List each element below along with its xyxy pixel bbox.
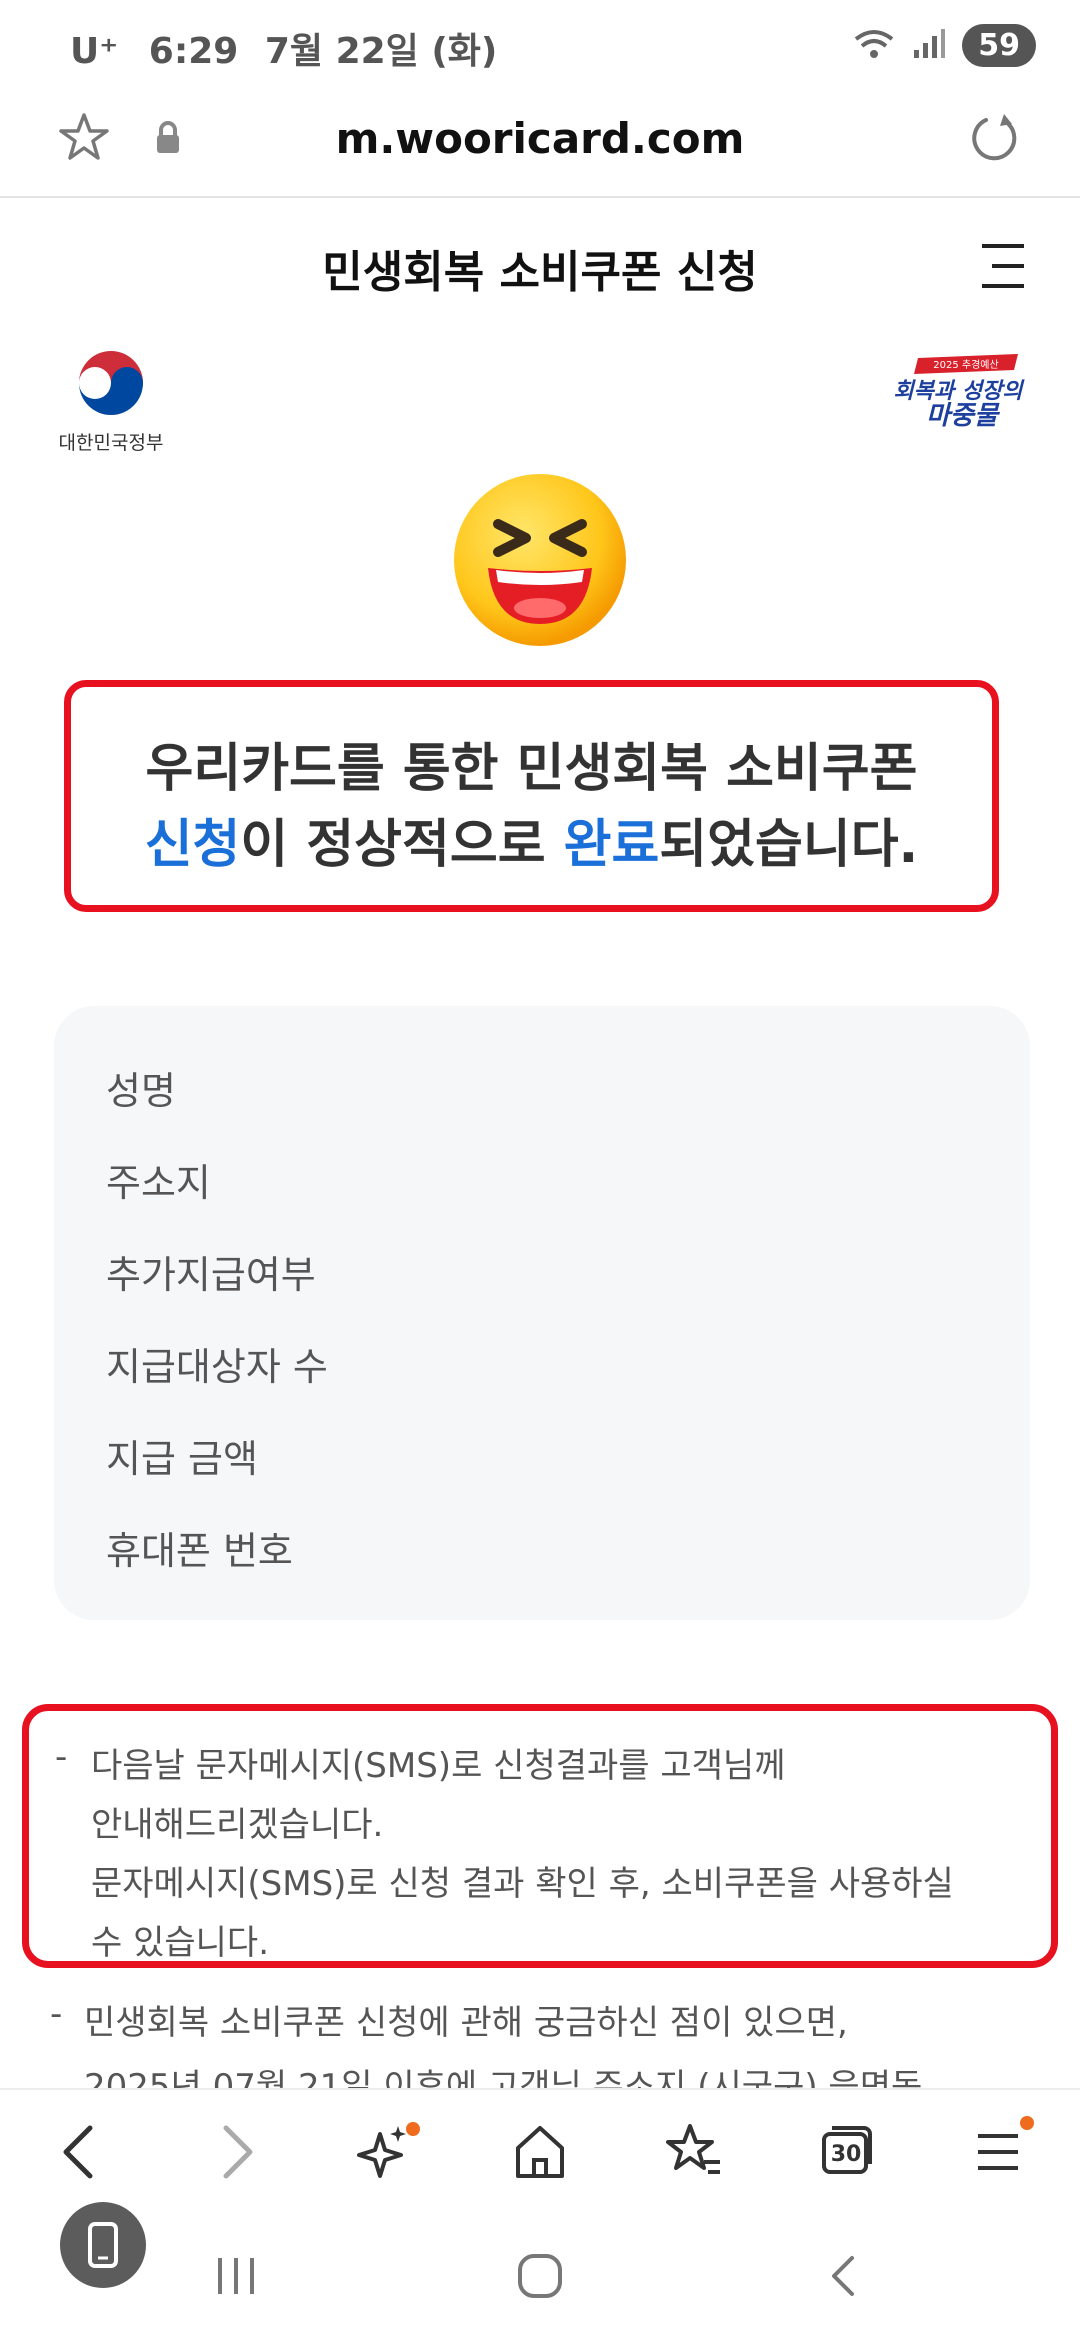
signal-icon [912,28,946,64]
tabs-count: 30 [830,2142,862,2167]
forward-icon[interactable] [206,2120,262,2188]
gov-label: 대한민국정부 [58,432,164,454]
notice2-cut-wrapper: 2025년 07월 21일 이후에 고객님 주소지 (시군구) 읍면동 [0,2058,1080,2088]
wifi-icon [852,27,896,65]
system-nav-bar [0,2214,1080,2340]
highlight-complete: 완료 [563,815,660,875]
status-time: 6:29 [148,31,239,72]
info-name-label: 성명 [106,1069,176,1113]
status-right: 59 [852,24,1036,67]
ai-sparkle-icon[interactable] [356,2120,420,2188]
menu-icon[interactable] [970,2116,1034,2188]
floating-device-button[interactable] [60,2202,146,2288]
korean-government-logo: 대한민국정부 [52,348,170,455]
status-date: 7월 22일 (화) [264,31,498,72]
recent-apps-icon[interactable] [214,2254,260,2302]
completion-line-2: 신청이 정상적으로 완료되었습니다. [71,807,992,883]
recovery-slogan-logo: 2025 추경예산 회복과 성장의 마중물 [888,352,1028,436]
notice-line-3: 문자메시지(SMS)로 신청 결과 확인 후, 소비쿠폰을 사용하실 [91,1864,954,1904]
sms-notice-text: 다음날 문자메시지(SMS)로 신청결과를 고객님께 안내해드리겠습니다. 문자… [91,1737,1051,1973]
svg-text:2025 추경예산: 2025 추경예산 [933,358,998,371]
battery-indicator: 59 [962,24,1036,67]
info-extra-payment-label: 추가지급여부 [106,1253,316,1297]
completion-message-box: 우리카드를 통한 민생회복 소비쿠폰 신청이 정상적으로 완료되었습니다. [64,680,999,912]
status-left: U⁺ 6:29 7월 22일 (화) [70,22,497,74]
reload-icon[interactable] [966,110,1022,170]
info-recipient-count-label: 지급대상자 수 [106,1345,328,1389]
notice-line-2: 안내해드리겠습니다. [91,1805,384,1845]
tabs-icon[interactable]: 30 [818,2120,878,2188]
browser-bottom-nav: 30 [0,2088,1080,2216]
notice-line-1: 다음날 문자메시지(SMS)로 신청결과를 고객님께 [91,1746,786,1786]
hamburger-menu-icon[interactable] [978,240,1028,296]
system-home-icon[interactable] [516,2252,564,2304]
page-title: 민생회복 소비쿠폰 신청 [322,247,758,298]
applicant-info-card: 성명 주소지 추가지급여부 지급대상자 수 지급 금액 휴대폰 번호 [54,1006,1030,1620]
url-text[interactable]: m.wooricard.com [0,114,1080,163]
url-bar[interactable]: m.wooricard.com [0,96,1080,198]
sms-notice-box: - 다음날 문자메시지(SMS)로 신청결과를 고객님께 안내해드리겠습니다. … [22,1704,1058,1968]
carrier-label: U⁺ [70,31,119,72]
notice2-line-1: 민생회복 소비쿠폰 신청에 관해 궁금하신 점이 있으면, [84,2003,848,2043]
notice2-line-2: 2025년 07월 21일 이후에 고객님 주소지 (시군구) 읍면동 [84,2067,923,2088]
back-icon[interactable] [54,2120,110,2188]
completion-line-1: 우리카드를 통한 민생회복 소비쿠폰 [145,739,918,799]
bookmarks-icon[interactable] [664,2120,724,2188]
info-address-label: 주소지 [106,1161,211,1205]
phone-icon [88,2222,118,2268]
info-amount-label: 지급 금액 [106,1437,258,1481]
info-phone-label: 휴대폰 번호 [106,1529,293,1573]
highlight-apply: 신청 [144,815,241,875]
system-back-icon[interactable] [824,2252,864,2304]
svg-text:마중물: 마중물 [926,401,1001,431]
inquiry-notice: 민생회복 소비쿠폰 신청에 관해 궁금하신 점이 있으면, [84,1994,1044,2053]
laughing-emoji-icon [452,472,628,652]
taegeuk-icon [79,351,143,415]
menu-notification-dot [1020,2116,1034,2130]
notice2-bullet: - [50,1994,63,2034]
completion-line-2-end: 되었습니다. [659,815,919,875]
status-bar: U⁺ 6:29 7월 22일 (화) 59 [0,0,1080,96]
completion-line-2-mid: 이 정상적으로 [240,815,564,875]
ai-notification-dot [406,2122,420,2136]
notice-line-4: 수 있습니다. [91,1923,270,1963]
home-icon[interactable] [510,2120,570,2188]
notice-bullet: - [55,1737,68,1777]
